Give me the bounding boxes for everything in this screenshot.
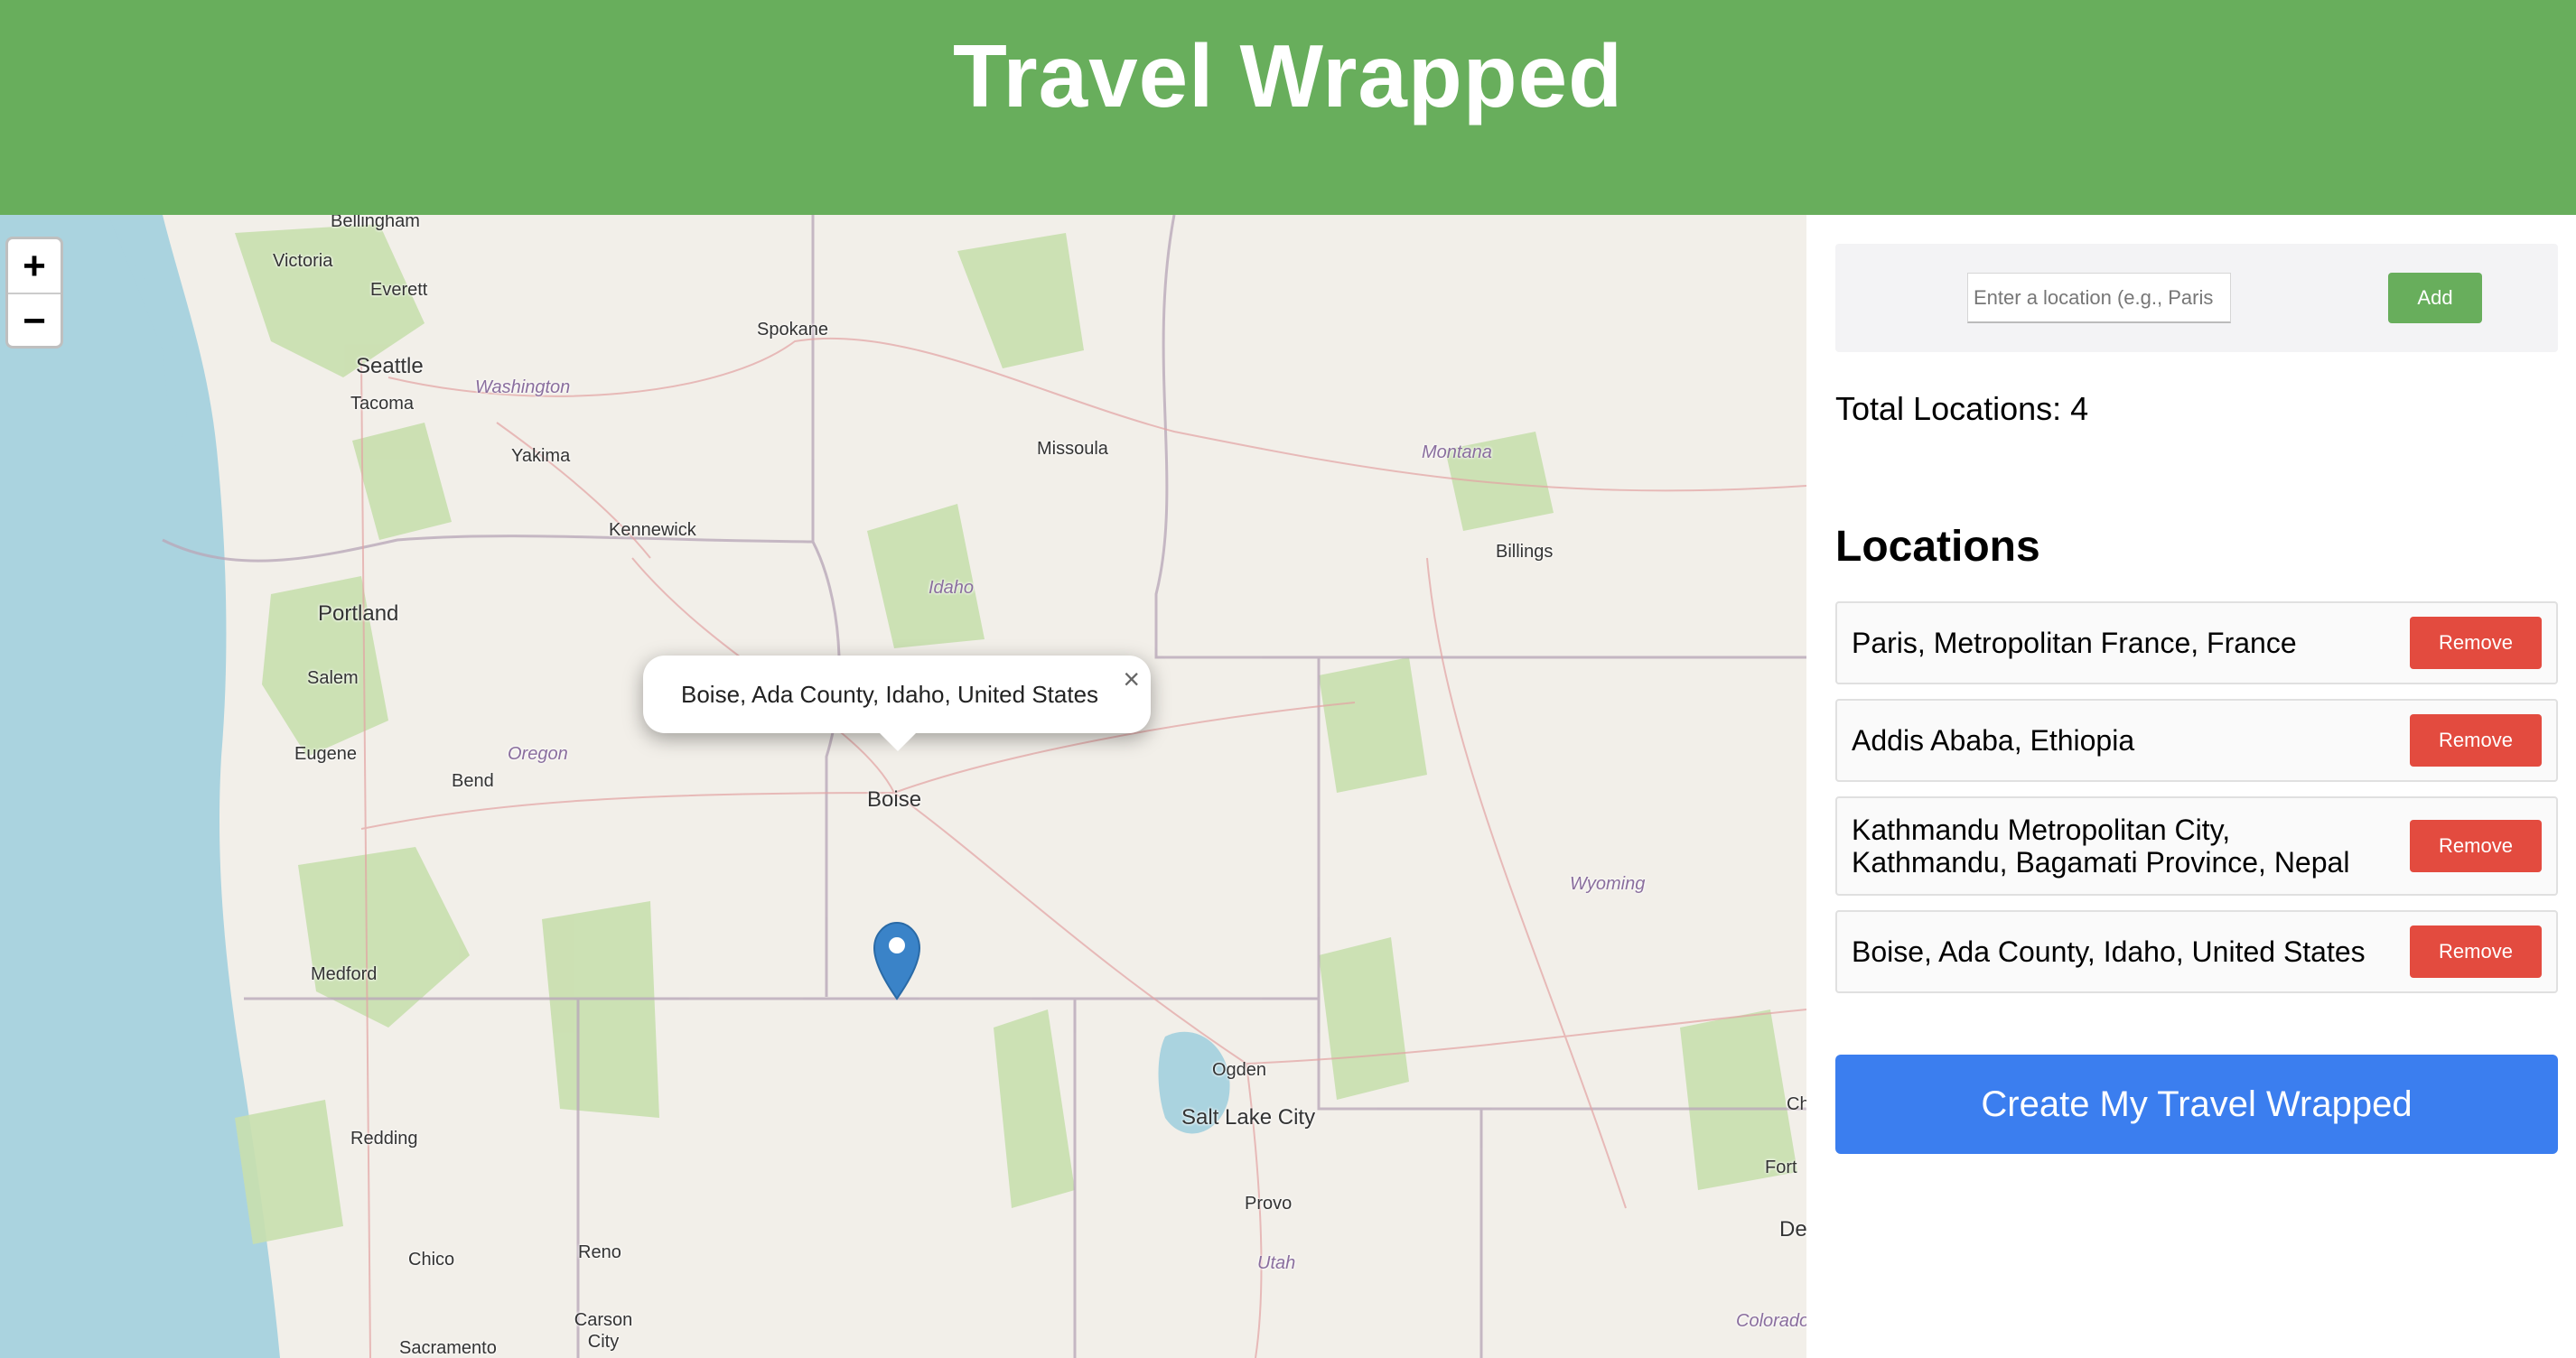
map-label-oregon: Oregon	[508, 744, 568, 764]
map-label-medford: Medford	[311, 964, 378, 984]
map-label-sacramento: Sacramento	[399, 1338, 497, 1358]
map-label-idaho: Idaho	[929, 578, 975, 598]
map-label-victoria: Victoria	[273, 251, 333, 271]
map-tiles	[0, 215, 1806, 1358]
map-label-utah: Utah	[1257, 1253, 1296, 1273]
map-label-salem: Salem	[307, 668, 359, 688]
map-label-redding: Redding	[350, 1129, 418, 1149]
map-label-missoula: Missoula	[1037, 439, 1108, 459]
location-name: Kathmandu Metropolitan City, Kathmandu, …	[1852, 814, 2350, 879]
map-label-reno: Reno	[578, 1242, 621, 1262]
create-travel-wrapped-button[interactable]: Create My Travel Wrapped	[1835, 1055, 2558, 1154]
location-name: Boise, Ada County, Idaho, United States	[1852, 935, 2366, 968]
zoom-out-button[interactable]: −	[8, 294, 61, 348]
map-label-carson-city: Carson City	[574, 1310, 633, 1352]
map-label-bend: Bend	[452, 771, 494, 791]
remove-button[interactable]: Remove	[2410, 617, 2542, 669]
remove-button[interactable]: Remove	[2410, 925, 2542, 978]
map-label-fort: Fort	[1765, 1158, 1797, 1177]
app-header: Travel Wrapped	[0, 0, 2576, 215]
map-label-billings: Billings	[1496, 542, 1554, 562]
map-label-boise: Boise	[867, 787, 922, 812]
popup-close-icon[interactable]: ×	[1123, 663, 1140, 696]
app-title: Travel Wrapped	[952, 26, 1623, 126]
map-label-salt-lake-city: Salt Lake City	[1181, 1105, 1316, 1130]
locations-heading: Locations	[1835, 523, 2040, 571]
map-label-wyoming: Wyoming	[1570, 874, 1646, 894]
map-label-ogden: Ogden	[1212, 1060, 1267, 1080]
map-label-bellingham: Bellingham	[331, 215, 420, 231]
map-label-ch: Ch	[1787, 1094, 1806, 1114]
popup-tip	[874, 728, 921, 751]
map-label-chico: Chico	[408, 1250, 455, 1270]
locations-list: Paris, Metropolitan France, France Remov…	[1835, 601, 2558, 1008]
side-panel: Add Total Locations: 4 Locations Paris, …	[1806, 215, 2576, 1358]
map-view[interactable]: Bellingham Victoria Everett Seattle Wash…	[0, 215, 1806, 1358]
add-location-form: Add	[1835, 244, 2558, 352]
map-label-portland: Portland	[318, 601, 399, 626]
location-item: Kathmandu Metropolitan City, Kathmandu, …	[1835, 796, 2558, 896]
location-item: Paris, Metropolitan France, France Remov…	[1835, 601, 2558, 684]
location-name: Addis Ababa, Ethiopia	[1852, 724, 2135, 757]
remove-button[interactable]: Remove	[2410, 714, 2542, 767]
remove-button[interactable]: Remove	[2410, 820, 2542, 872]
map-label-everett: Everett	[370, 280, 428, 300]
map-label-seattle: Seattle	[356, 354, 424, 378]
popup-text: Boise, Ada County, Idaho, United States	[681, 681, 1099, 708]
zoom-control: + −	[5, 237, 63, 349]
map-label-spokane: Spokane	[757, 320, 828, 340]
location-item: Addis Ababa, Ethiopia Remove	[1835, 699, 2558, 782]
map-label-colorado: Colorado	[1736, 1311, 1806, 1331]
add-button[interactable]: Add	[2388, 273, 2482, 323]
map-label-montana: Montana	[1422, 442, 1492, 462]
map-popup: Boise, Ada County, Idaho, United States …	[643, 656, 1151, 751]
map-label-washington: Washington	[475, 377, 571, 397]
zoom-in-button[interactable]: +	[8, 239, 61, 294]
location-item: Boise, Ada County, Idaho, United States …	[1835, 910, 2558, 993]
map-label-yakima: Yakima	[511, 446, 571, 466]
map-label-eugene: Eugene	[294, 744, 357, 764]
location-name: Paris, Metropolitan France, France	[1852, 627, 2297, 659]
map-label-provo: Provo	[1245, 1194, 1293, 1214]
map-label-kennewick: Kennewick	[609, 520, 696, 540]
map-label-de: De	[1779, 1217, 1806, 1242]
location-pin-icon	[873, 921, 921, 1000]
location-input[interactable]	[1967, 273, 2231, 323]
map-label-tacoma: Tacoma	[350, 394, 415, 414]
total-locations: Total Locations: 4	[1835, 390, 2089, 427]
